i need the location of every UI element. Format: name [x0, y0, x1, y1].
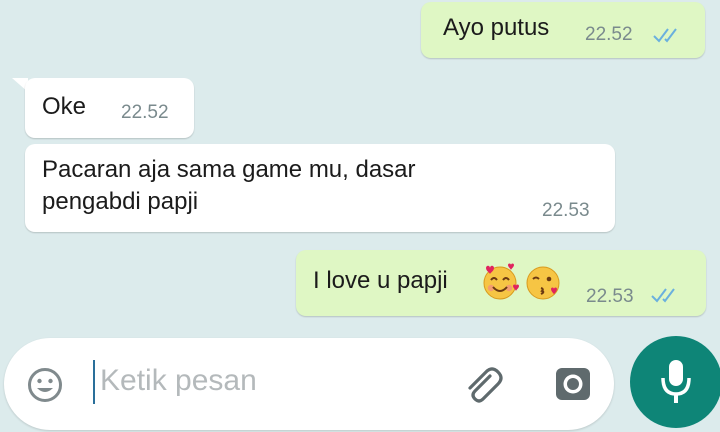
message-text: I love u papji	[313, 267, 448, 294]
emoji-icon[interactable]	[26, 366, 64, 404]
message-time: 22.52	[585, 24, 633, 45]
message-input[interactable]: Ketik pesan	[90, 348, 450, 418]
message-bubble-incoming[interactable]: Oke 22.52	[25, 78, 194, 138]
message-text-line-1: Pacaran aja sama game mu, dasar	[42, 156, 416, 183]
camera-icon[interactable]	[552, 364, 594, 404]
message-bubble-outgoing[interactable]: Ayo putus 22.52	[421, 2, 705, 58]
message-text: Oke	[42, 93, 87, 120]
message-composer: Ketik pesan	[4, 338, 614, 430]
message-bubble-incoming[interactable]: Pacaran aja sama game mu, dasar pengabdi…	[25, 144, 615, 232]
microphone-icon	[661, 360, 691, 403]
message-text-line-2: pengabdi papji	[42, 188, 199, 215]
voice-record-button[interactable]	[630, 336, 720, 428]
message-bubble-outgoing[interactable]: I love u papji 22.53	[296, 250, 706, 316]
face-blowing-kiss-emoji	[526, 266, 560, 300]
message-text: Ayo putus	[443, 14, 550, 41]
double-check-icon	[651, 288, 675, 303]
message-time: 22.52	[121, 102, 169, 123]
message-input-placeholder: Ketik pesan	[100, 364, 257, 397]
attachment-icon[interactable]	[460, 362, 506, 408]
message-time: 22.53	[586, 286, 634, 307]
smiling-face-with-hearts-emoji	[483, 263, 519, 300]
double-check-icon	[653, 28, 677, 43]
message-time: 22.53	[542, 200, 590, 221]
